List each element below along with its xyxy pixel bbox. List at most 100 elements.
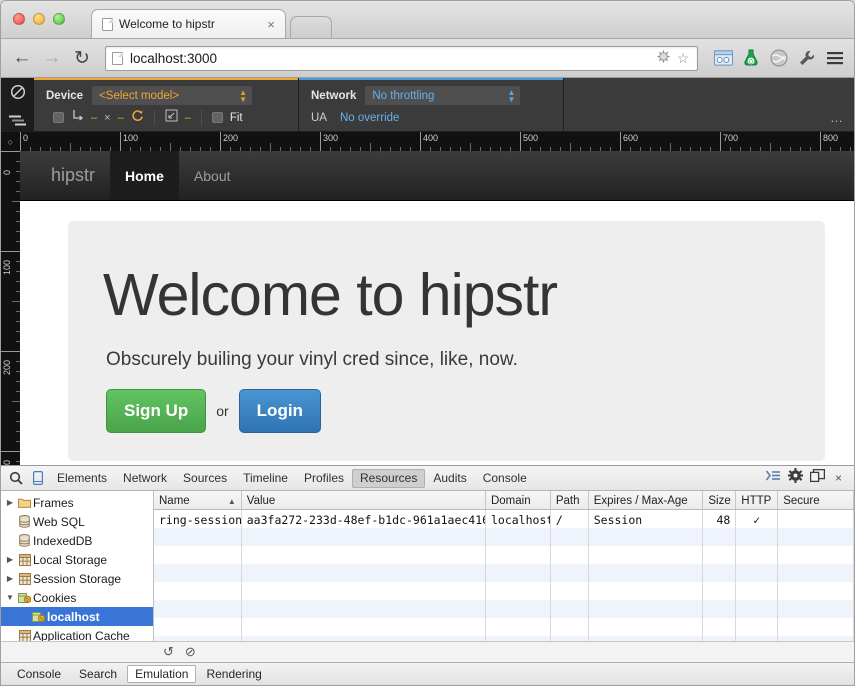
column-header-name[interactable]: Name ▲ <box>154 491 242 509</box>
table-cell-expires-max-age[interactable]: Session <box>589 510 704 528</box>
table-cell-secure[interactable] <box>778 600 854 618</box>
table-cell-expires-max-age[interactable] <box>589 582 704 600</box>
globe-icon[interactable] <box>768 47 790 69</box>
sidebar-item-frames[interactable]: ▶ Frames <box>1 493 153 512</box>
table-row[interactable] <box>154 546 854 564</box>
table-cell-expires-max-age[interactable] <box>589 618 704 636</box>
table-cell-name[interactable] <box>154 618 242 636</box>
table-cell-size[interactable] <box>703 618 737 636</box>
throttling-icon[interactable] <box>9 114 26 132</box>
table-cell-path[interactable] <box>551 546 589 564</box>
sidebar-item-application-cache[interactable]: Application Cache <box>1 626 153 641</box>
table-cell-size[interactable] <box>703 528 737 546</box>
table-cell-path[interactable] <box>551 582 589 600</box>
table-cell-http[interactable] <box>736 618 779 636</box>
emulation-overflow-icon[interactable]: … <box>830 110 844 125</box>
table-cell-path[interactable] <box>551 618 589 636</box>
table-cell-expires-max-age[interactable] <box>589 528 704 546</box>
orientation-icon[interactable] <box>71 109 84 127</box>
table-cell-http[interactable] <box>736 528 779 546</box>
column-header-expires-max-age[interactable]: Expires / Max-Age <box>589 491 704 509</box>
devtools-tab-elements[interactable]: Elements <box>49 469 115 488</box>
table-row[interactable] <box>154 582 854 600</box>
fit-checkbox[interactable] <box>211 112 223 123</box>
devtools-tab-audits[interactable]: Audits <box>425 469 474 488</box>
table-row[interactable]: ring-session aa3fa272-233d-48ef-b1dc-961a… <box>154 510 854 528</box>
forward-button[interactable]: → <box>39 45 65 71</box>
wrench-icon[interactable] <box>796 47 818 69</box>
sidebar-item-indexeddb[interactable]: IndexedDB <box>1 531 153 550</box>
table-cell-name[interactable] <box>154 600 242 618</box>
nav-link-about[interactable]: About <box>179 151 246 200</box>
devtools-tab-network[interactable]: Network <box>115 469 175 488</box>
column-header-path[interactable]: Path <box>551 491 589 509</box>
table-cell-secure[interactable] <box>778 528 854 546</box>
rotate-icon[interactable] <box>131 109 144 127</box>
table-cell-http[interactable] <box>736 582 779 600</box>
table-cell-secure[interactable] <box>778 564 854 582</box>
window-capture-icon[interactable] <box>712 47 734 69</box>
table-cell-size[interactable] <box>703 600 737 618</box>
table-cell-secure[interactable] <box>778 582 854 600</box>
table-row[interactable] <box>154 564 854 582</box>
table-row[interactable] <box>154 528 854 546</box>
table-cell-size[interactable] <box>703 564 737 582</box>
bug-icon[interactable] <box>653 49 673 67</box>
twisty-expanded-icon[interactable]: ▼ <box>4 593 16 602</box>
table-cell-expires-max-age[interactable] <box>589 600 704 618</box>
close-tab-icon[interactable]: × <box>263 17 279 32</box>
table-cell-value[interactable] <box>242 600 486 618</box>
resize-icon[interactable] <box>165 109 178 127</box>
table-cell-secure[interactable] <box>778 546 854 564</box>
sidebar-item-cookies[interactable]: ▼ Cookies <box>1 588 153 607</box>
login-button[interactable]: Login <box>238 388 321 433</box>
minimize-window-button[interactable] <box>33 13 45 25</box>
column-header-domain[interactable]: Domain <box>486 491 551 509</box>
sign-up-button[interactable]: Sign Up <box>106 388 207 433</box>
table-cell-value[interactable] <box>242 618 486 636</box>
table-cell-domain[interactable] <box>486 618 551 636</box>
sidebar-item-local-storage[interactable]: ▶ Local Storage <box>1 550 153 569</box>
bookmark-star-icon[interactable]: ☆ <box>673 50 693 67</box>
table-cell-domain[interactable] <box>486 528 551 546</box>
table-cell-path[interactable] <box>551 564 589 582</box>
column-header-size[interactable]: Size <box>703 491 737 509</box>
device-width-value[interactable]: – <box>91 112 97 124</box>
table-row[interactable] <box>154 618 854 636</box>
drawer-tab-search[interactable]: Search <box>71 665 125 683</box>
twisty-collapsed-icon[interactable]: ▶ <box>4 555 16 564</box>
devtools-tab-console[interactable]: Console <box>475 469 535 488</box>
sidebar-item-web-sql[interactable]: Web SQL <box>1 512 153 531</box>
table-cell-size[interactable] <box>703 582 737 600</box>
table-cell-domain[interactable] <box>486 564 551 582</box>
table-cell-path[interactable] <box>551 528 589 546</box>
devtools-tab-resources[interactable]: Resources <box>352 468 426 488</box>
search-icon[interactable] <box>5 467 27 489</box>
devtools-tab-sources[interactable]: Sources <box>175 469 235 488</box>
drawer-tab-rendering[interactable]: Rendering <box>198 665 269 683</box>
new-tab-button[interactable] <box>290 16 332 38</box>
table-cell-path[interactable]: / <box>551 510 589 528</box>
table-cell-path[interactable] <box>551 600 589 618</box>
table-cell-domain[interactable] <box>486 546 551 564</box>
table-cell-domain[interactable] <box>486 600 551 618</box>
nav-link-home[interactable]: Home <box>110 151 179 200</box>
table-cell-name[interactable] <box>154 546 242 564</box>
device-scale-value[interactable]: – <box>185 112 191 124</box>
maximize-window-button[interactable] <box>53 13 65 25</box>
settings-gear-icon[interactable] <box>787 468 803 488</box>
refresh-icon[interactable]: ↺ <box>163 644 174 660</box>
table-cell-expires-max-age[interactable] <box>589 546 704 564</box>
table-cell-size[interactable]: 48 <box>703 510 737 528</box>
site-brand[interactable]: hipstr <box>20 151 110 200</box>
sidebar-item-localhost[interactable]: localhost <box>1 607 153 626</box>
device-model-select[interactable]: <Select model> ▲ ▼ <box>92 86 253 105</box>
table-cell-value[interactable] <box>242 582 486 600</box>
column-header-value[interactable]: Value <box>242 491 486 509</box>
table-cell-name[interactable] <box>154 582 242 600</box>
drawer-tab-emulation[interactable]: Emulation <box>127 665 197 683</box>
devtools-tab-timeline[interactable]: Timeline <box>235 469 296 488</box>
column-header-http[interactable]: HTTP <box>736 491 779 509</box>
table-cell-size[interactable] <box>703 546 737 564</box>
devtools-close-icon[interactable]: × <box>832 469 845 488</box>
